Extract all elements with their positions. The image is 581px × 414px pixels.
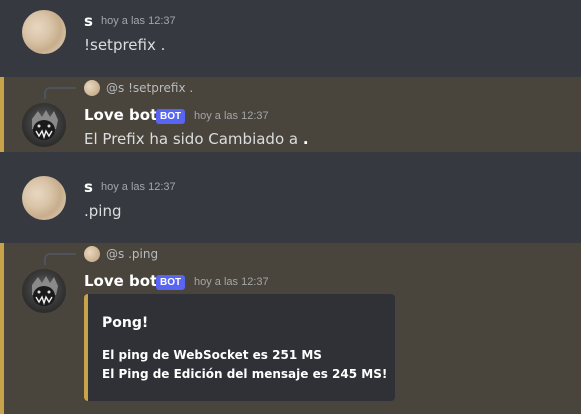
reply-avatar: [84, 246, 100, 262]
message-3: s hoy a las 12:37 .ping: [0, 166, 581, 232]
avatar[interactable]: [22, 103, 66, 147]
embed-line-websocket: El ping de WebSocket es 251 MS: [102, 348, 322, 362]
message-text-value: .: [302, 130, 309, 148]
embed-line-edit: El Ping de Edición del mensaje es 245 MS…: [102, 367, 388, 381]
bot-badge: BOT: [156, 109, 186, 124]
reply-spine: [44, 253, 76, 265]
reply-avatar: [84, 80, 100, 96]
bot-badge: BOT: [156, 275, 186, 290]
message-text: El Prefix ha sido Cambiado a .: [84, 130, 309, 148]
reply-author: @s: [106, 81, 125, 95]
author-name[interactable]: Love bot: [84, 272, 157, 290]
embed: Pong! El ping de WebSocket es 251 MS El …: [84, 294, 395, 401]
message-2: @s !setprefix . Love bot BOT hoy a las 1…: [0, 77, 581, 152]
reply-author: @s: [106, 247, 125, 261]
message-1: s hoy a las 12:37 !setprefix .: [0, 0, 581, 66]
message-4: @s .ping Love bot BOT hoy a las 12:37 Po…: [0, 243, 581, 414]
timestamp: hoy a las 12:37: [194, 276, 269, 288]
author-name[interactable]: s: [84, 12, 93, 30]
timestamp: hoy a las 12:37: [101, 181, 176, 193]
bot-avatar-image: [32, 276, 58, 306]
embed-title: Pong!: [102, 315, 149, 331]
timestamp: hoy a las 12:37: [101, 15, 176, 27]
author-name[interactable]: Love bot: [84, 106, 157, 124]
message-text: !setprefix .: [84, 36, 166, 54]
avatar[interactable]: [22, 176, 66, 220]
reply-spine: [44, 87, 76, 99]
message-text: .ping: [84, 202, 122, 220]
author-name[interactable]: s: [84, 178, 93, 196]
bot-avatar-image: [32, 110, 58, 140]
avatar[interactable]: [22, 10, 66, 54]
reply-text: !setprefix .: [128, 81, 194, 95]
timestamp: hoy a las 12:37: [194, 110, 269, 122]
avatar[interactable]: [22, 269, 66, 313]
message-text-prefix: El Prefix ha sido Cambiado a: [84, 130, 299, 148]
reply-text: .ping: [128, 247, 159, 261]
